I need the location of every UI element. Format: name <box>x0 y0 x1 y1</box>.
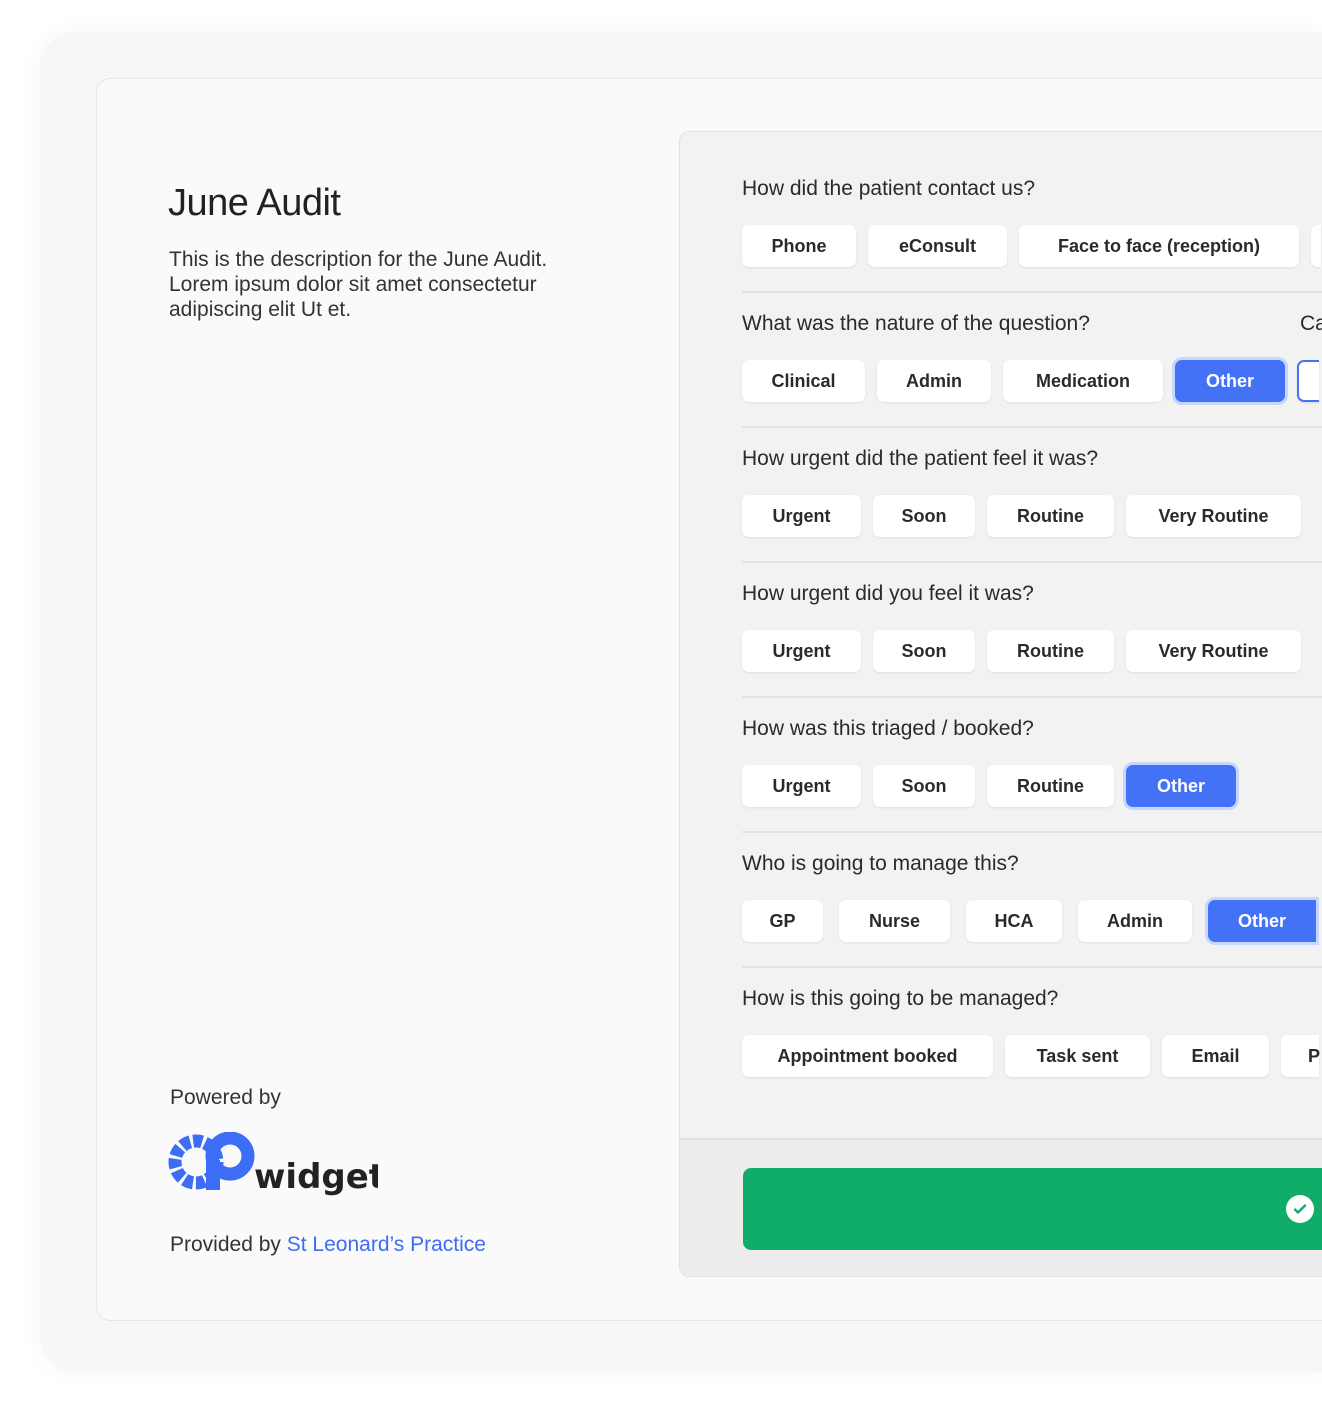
option-urgent[interactable]: Urgent <box>742 765 861 807</box>
question-triage: How was this triaged / booked? Urgent So… <box>742 717 1322 807</box>
question-title: How is this going to be managed? <box>742 987 1059 1010</box>
side-question-title: Ca <box>1300 312 1322 335</box>
question-your-urgency: How urgent did you feel it was? Urgent S… <box>742 582 1322 672</box>
option-routine[interactable]: Routine <box>987 495 1114 537</box>
question-title: How was this triaged / booked? <box>742 717 1034 740</box>
option-other[interactable]: Other <box>1175 360 1285 402</box>
option-nurse[interactable]: Nurse <box>839 900 950 942</box>
divider <box>742 696 1322 698</box>
practice-link[interactable]: St Leonard’s Practice <box>287 1233 486 1256</box>
powered-by-label: Powered by <box>170 1086 281 1109</box>
divider <box>742 561 1322 563</box>
option-other[interactable]: Other <box>1126 765 1236 807</box>
provided-by: Provided by St Leonard’s Practice <box>170 1233 486 1257</box>
option-face-to-face[interactable]: Face to face (reception) <box>1019 225 1299 267</box>
option-soon[interactable]: Soon <box>873 495 975 537</box>
divider <box>742 291 1322 293</box>
panel-footer <box>680 1138 1322 1276</box>
option-admin[interactable]: Admin <box>1078 900 1192 942</box>
questions-panel: How did the patient contact us? Phone eC… <box>679 131 1322 1277</box>
option-admin[interactable]: Admin <box>877 360 991 402</box>
question-title: How urgent did you feel it was? <box>742 582 1034 605</box>
option-phone[interactable]: Phone <box>742 225 856 267</box>
side-question-option[interactable] <box>1297 360 1319 402</box>
question-nature: What was the nature of the question? Cli… <box>742 312 1322 402</box>
question-title: How did the patient contact us? <box>742 177 1036 200</box>
option-urgent[interactable]: Urgent <box>742 630 861 672</box>
option-econsult[interactable]: eConsult <box>868 225 1007 267</box>
question-contact: How did the patient contact us? Phone eC… <box>742 177 1322 267</box>
svg-text:widget: widget <box>254 1157 378 1196</box>
option-email[interactable]: Email <box>1162 1035 1269 1077</box>
option-routine[interactable]: Routine <box>987 765 1114 807</box>
option-routine[interactable]: Routine <box>987 630 1114 672</box>
divider <box>742 426 1322 428</box>
provided-by-label: Provided by <box>170 1233 281 1256</box>
option-other[interactable]: Other <box>1208 900 1316 942</box>
option-hca[interactable]: HCA <box>966 900 1062 942</box>
submit-button[interactable] <box>743 1168 1322 1250</box>
option-clinical[interactable]: Clinical <box>742 360 865 402</box>
question-title: Who is going to manage this? <box>742 852 1019 875</box>
question-title: What was the nature of the question? <box>742 312 1090 335</box>
question-title: How urgent did the patient feel it was? <box>742 447 1099 470</box>
option-very-routine[interactable]: Very Routine <box>1126 630 1301 672</box>
divider <box>742 831 1322 833</box>
divider <box>742 966 1322 968</box>
option-task-sent[interactable]: Task sent <box>1005 1035 1150 1077</box>
question-patient-urgency: How urgent did the patient feel it was? … <box>742 447 1322 537</box>
page-title: June Audit <box>168 182 341 224</box>
option-more[interactable]: P <box>1281 1035 1320 1077</box>
option-urgent[interactable]: Urgent <box>742 495 861 537</box>
option-very-routine[interactable]: Very Routine <box>1126 495 1301 537</box>
option-medication[interactable]: Medication <box>1003 360 1163 402</box>
option-gp[interactable]: GP <box>742 900 823 942</box>
audit-description: This is the description for the June Aud… <box>169 248 548 321</box>
gpwidget-logo: widget <box>168 1131 385 1201</box>
option-appointment-booked[interactable]: Appointment booked <box>742 1035 993 1077</box>
question-management: How is this going to be managed? Appoint… <box>742 987 1322 1077</box>
check-circle-icon <box>1286 1195 1314 1223</box>
option-more[interactable] <box>1311 225 1321 267</box>
option-soon[interactable]: Soon <box>873 765 975 807</box>
option-soon[interactable]: Soon <box>873 630 975 672</box>
question-manager: Who is going to manage this? GP Nurse HC… <box>742 852 1322 942</box>
